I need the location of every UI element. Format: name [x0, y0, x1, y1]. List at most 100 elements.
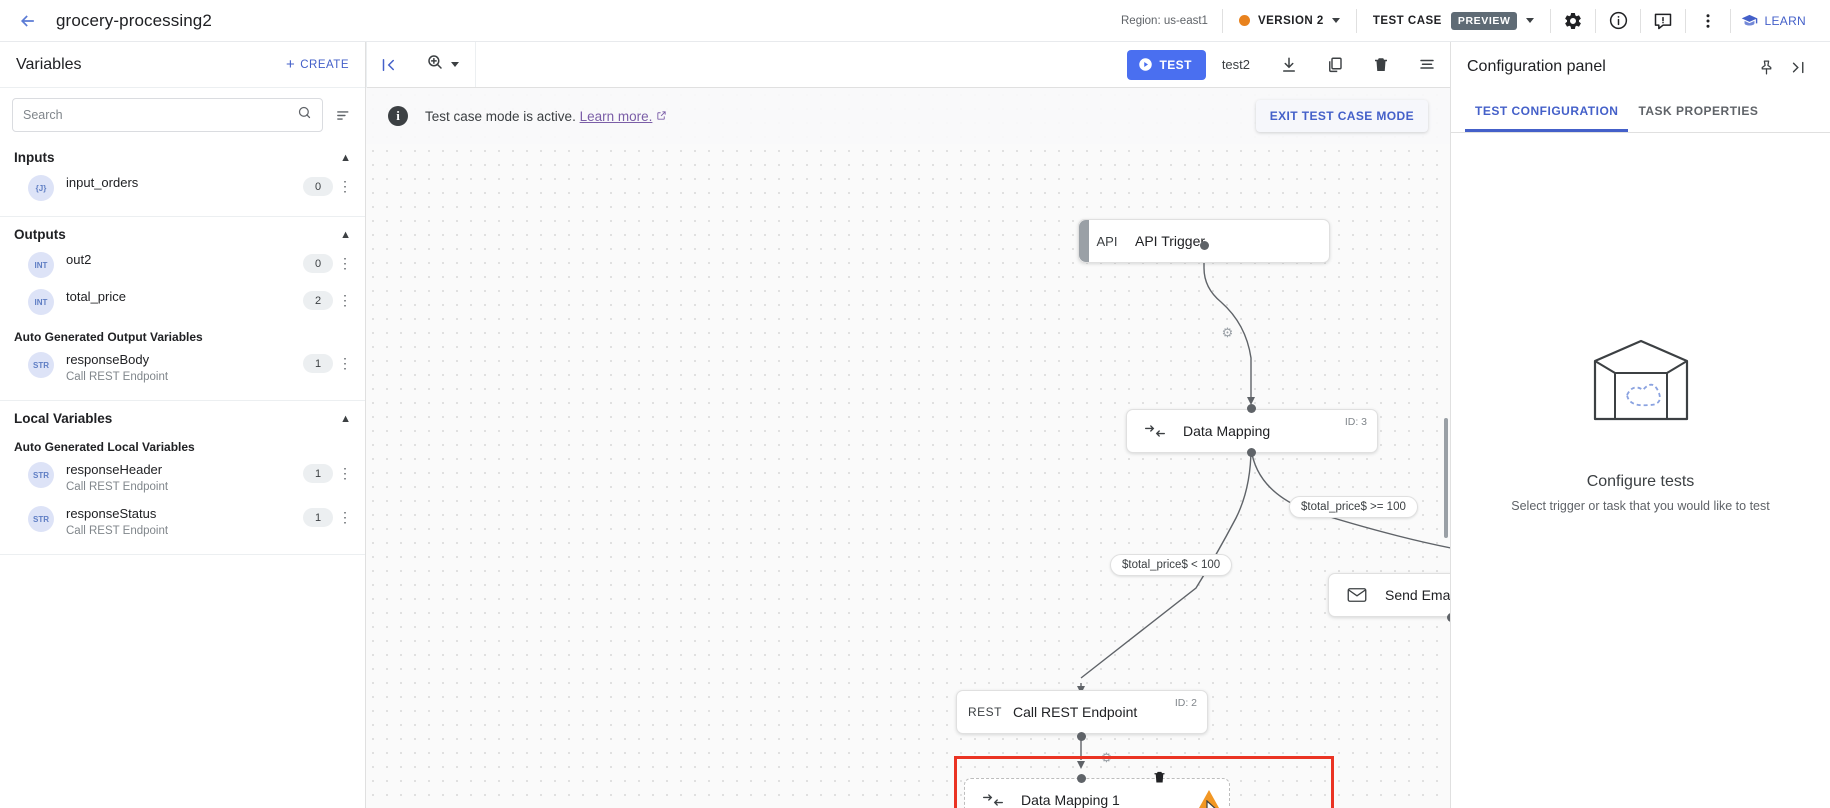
variable-type-badge: INT [28, 289, 54, 315]
zoom-control[interactable] [408, 42, 476, 87]
more-vert-icon[interactable]: ⋮ [333, 463, 357, 483]
subsection-title: Auto Generated Local Variables [14, 440, 195, 454]
create-variable-button[interactable]: + CREATE [286, 57, 349, 72]
download-icon[interactable] [1266, 42, 1312, 88]
back-arrow-icon[interactable] [10, 3, 46, 39]
version-selector[interactable]: VERSION 2 [1223, 15, 1356, 27]
pin-icon[interactable] [1750, 47, 1782, 87]
node-label: Data Mapping [1183, 423, 1271, 439]
top-app-bar: grocery-processing2 Region: us-east1 VER… [0, 0, 1830, 42]
variable-type-badge: STR [28, 506, 54, 532]
delete-icon[interactable] [1152, 770, 1167, 788]
more-vert-icon[interactable]: ⋮ [333, 353, 357, 373]
variable-count: 1 [303, 508, 333, 527]
node-label: API Trigger [1135, 233, 1206, 249]
list-item[interactable]: {J} input_orders 0 ⋮ [0, 169, 365, 206]
empty-state-illustration [1593, 339, 1688, 421]
region-label: Region: us-east1 [1121, 14, 1208, 27]
variable-type-badge: STR [28, 462, 54, 488]
tab-test-configuration[interactable]: TEST CONFIGURATION [1465, 92, 1629, 132]
sidebar-header: Variables + CREATE [0, 42, 365, 88]
section-header-inputs[interactable]: Inputs ▲ [0, 140, 365, 169]
variable-count: 0 [303, 254, 333, 273]
sort-icon[interactable] [333, 107, 353, 124]
config-panel-header: Configuration panel [1451, 42, 1830, 92]
run-test-button[interactable]: TEST [1126, 49, 1206, 80]
chevron-down-icon [1331, 18, 1340, 23]
edge-condition-label[interactable]: $total_price$ >= 100 [1289, 496, 1418, 518]
canvas-column: TEST test2 i Test case mode is active. L… [366, 41, 1450, 808]
edge-condition-label[interactable]: $total_price$ < 100 [1110, 554, 1233, 576]
node-label: Send Email [1385, 587, 1450, 603]
node-id: ID: 3 [1344, 416, 1367, 428]
node-data-mapping-1[interactable]: Data Mapping 1 [964, 778, 1230, 808]
test-case-selector[interactable]: TEST CASE PREVIEW [1357, 11, 1551, 30]
mouse-cursor-icon [1205, 799, 1221, 808]
canvas-scrollbar[interactable] [1444, 418, 1448, 538]
info-icon[interactable] [1596, 0, 1640, 42]
search-input[interactable] [23, 108, 297, 122]
data-mapping-icon [965, 793, 1021, 807]
app-root: grocery-processing2 Region: us-east1 VER… [0, 0, 1830, 808]
search-box[interactable] [12, 98, 323, 132]
delete-icon[interactable] [1358, 42, 1404, 88]
learn-button[interactable]: LEARN [1731, 12, 1820, 29]
gear-icon[interactable]: ⚙ [1218, 323, 1237, 342]
test-case-label: TEST CASE [1372, 14, 1442, 27]
feedback-icon[interactable] [1641, 0, 1685, 42]
variable-type-badge: {J} [28, 175, 54, 201]
config-panel-body: Configure tests Select trigger or task t… [1451, 133, 1830, 808]
active-test-case-name[interactable]: test2 [1206, 57, 1266, 72]
node-send-email[interactable]: Send Email ID: 4 [1328, 573, 1450, 617]
list-item[interactable]: INT total_price 2 ⋮ [0, 283, 365, 320]
copy-icon[interactable] [1312, 42, 1358, 88]
rest-icon: REST [967, 705, 1002, 719]
main-body: Variables + CREATE Search Inputs ▲ {J} i… [0, 41, 1830, 808]
version-label: VERSION 2 [1257, 14, 1324, 27]
collapse-sidebar-button[interactable] [366, 41, 408, 88]
list-item[interactable]: STR responseBody Call REST Endpoint 1 ⋮ [0, 346, 365, 390]
more-vert-icon[interactable] [1686, 0, 1730, 42]
more-vert-icon[interactable]: ⋮ [333, 253, 357, 273]
port-out[interactable] [1447, 613, 1450, 622]
list-item[interactable]: STR responseStatus Call REST Endpoint 1 … [0, 500, 365, 544]
node-label: Data Mapping 1 [1021, 792, 1120, 808]
section-title: Inputs [14, 150, 55, 165]
chevron-down-icon [451, 62, 459, 67]
more-vert-icon[interactable]: ⋮ [333, 507, 357, 527]
more-vert-icon[interactable]: ⋮ [333, 176, 357, 196]
variable-name: responseHeader [66, 462, 163, 477]
variable-name: responseStatus [66, 506, 157, 521]
more-vert-icon[interactable]: ⋮ [333, 290, 357, 310]
section-outputs: Outputs ▲ INT out2 0 ⋮ INT total_price 2… [0, 217, 365, 401]
tab-task-properties[interactable]: TASK PROPERTIES [1628, 92, 1768, 132]
node-label: Call REST Endpoint [1013, 704, 1138, 720]
trigger-accent-bar [1079, 220, 1089, 262]
port-in[interactable] [1077, 774, 1086, 783]
list-icon[interactable] [1404, 42, 1450, 88]
node-call-rest-endpoint[interactable]: REST Call REST Endpoint ID: 2 [956, 690, 1208, 734]
canvas-toolbar: TEST test2 [366, 41, 1450, 88]
data-mapping-icon [1127, 424, 1183, 438]
expand-panel-icon[interactable] [1782, 47, 1814, 87]
variable-name: out2 [66, 252, 92, 267]
learn-label: LEARN [1764, 13, 1806, 28]
port-out[interactable] [1200, 241, 1209, 250]
section-header-outputs[interactable]: Outputs ▲ [0, 217, 365, 246]
variable-count: 1 [303, 464, 333, 483]
gear-icon[interactable] [1551, 0, 1595, 42]
variable-count: 1 [303, 354, 333, 373]
node-data-mapping[interactable]: Data Mapping ID: 3 [1126, 409, 1378, 453]
list-item[interactable]: STR responseHeader Call REST Endpoint 1 … [0, 456, 365, 500]
workflow-canvas[interactable]: i Test case mode is active. Learn more. … [366, 88, 1450, 808]
list-item[interactable]: INT out2 0 ⋮ [0, 246, 365, 283]
page-title: grocery-processing2 [56, 10, 212, 30]
port-in[interactable] [1247, 404, 1256, 413]
chevron-up-icon: ▲ [340, 151, 351, 164]
variables-list[interactable]: Inputs ▲ {J} input_orders 0 ⋮ Outputs ▲ … [0, 140, 365, 808]
port-out[interactable] [1077, 732, 1086, 741]
email-icon [1329, 587, 1385, 603]
section-inputs: Inputs ▲ {J} input_orders 0 ⋮ [0, 140, 365, 217]
section-header-local-variables[interactable]: Local Variables ▲ [0, 401, 365, 430]
port-out[interactable] [1247, 448, 1256, 457]
